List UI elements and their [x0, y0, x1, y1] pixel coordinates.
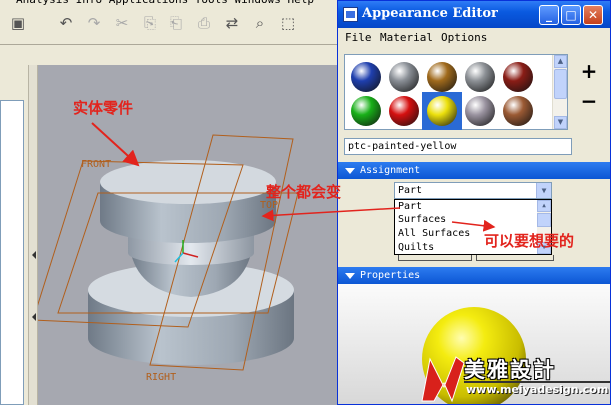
app-icon [343, 7, 358, 22]
paste-icon[interactable]: ⎗ [166, 12, 186, 34]
swatch-red[interactable] [389, 96, 419, 126]
scroll-down-arrow[interactable]: ▼ [554, 116, 567, 129]
assignment-header[interactable]: Assignment [338, 162, 610, 179]
menu-material[interactable]: Material [380, 31, 433, 44]
option-surfaces[interactable]: Surfaces [398, 213, 446, 227]
watermark-logo-icon [421, 356, 465, 403]
option-part[interactable]: Part [398, 200, 422, 214]
find-icon[interactable]: ⌕ [250, 12, 270, 34]
properties-header[interactable]: Properties [338, 267, 610, 284]
material-name-field[interactable]: ptc-painted-yellow [344, 138, 572, 155]
menu-options[interactable]: Options [441, 31, 487, 44]
annotation-all-change: 整个都会变 [266, 183, 342, 201]
cut-icon[interactable]: ✂ [112, 12, 132, 34]
swatch-grey[interactable] [389, 62, 419, 92]
panel-splitter[interactable] [28, 65, 38, 405]
swatch-marble[interactable] [465, 96, 495, 126]
annotation-as-wanted: 可以要想要的 [484, 232, 575, 250]
title-bar[interactable]: Appearance Editor _ □ ✕ [338, 1, 610, 28]
main-menubar: Analysis Info Applications Tools Windows… [0, 0, 340, 7]
undo-icon[interactable]: ↶ [56, 12, 76, 34]
copy-icon[interactable]: ⎘ [140, 12, 160, 34]
model-tree-panel[interactable] [0, 100, 24, 405]
option-all-surfaces[interactable]: All Surfaces [398, 227, 470, 241]
regenerate-icon[interactable]: ⇄ [222, 12, 242, 34]
material-palette[interactable]: ▲ ▼ [344, 54, 568, 130]
assignment-dropdown[interactable]: Part ▼ [394, 182, 552, 199]
top-face [100, 160, 276, 204]
watermark: 美雅設計 www.meiyadesign.com [420, 353, 611, 405]
appearance-editor-window: Appearance Editor _ □ ✕ File Material Op… [337, 0, 611, 405]
datum-front-label: FRONT [81, 159, 111, 170]
redo-icon[interactable]: ↷ [84, 12, 104, 34]
chevron-down-icon[interactable]: ▼ [536, 183, 551, 198]
option-quilts[interactable]: Quilts [398, 241, 434, 255]
select-box-icon[interactable]: ⬚ [278, 12, 298, 34]
remove-material-button[interactable]: − [576, 90, 602, 112]
swatch-green[interactable] [351, 96, 381, 126]
add-material-button[interactable]: + [576, 60, 602, 82]
swatch-yellow[interactable] [427, 96, 457, 126]
swatch-dark-red[interactable] [503, 62, 533, 92]
options-scroll-thumb[interactable] [537, 213, 551, 227]
swatch-silver[interactable] [465, 62, 495, 92]
window-title: Appearance Editor [362, 6, 498, 21]
datum-right-label: RIGHT [146, 372, 176, 383]
close-button[interactable]: ✕ [583, 5, 603, 25]
swatch-bronze[interactable] [427, 62, 457, 92]
save-icon[interactable]: ▣ [8, 12, 28, 34]
assignment-button-right[interactable] [476, 255, 554, 261]
options-scroll-up[interactable]: ▲ [537, 200, 551, 212]
assignment-button-left[interactable] [398, 255, 472, 261]
paste-special-icon[interactable]: ⎙ [194, 12, 214, 34]
swatch-wood[interactable] [503, 96, 533, 126]
annotation-solid-part: 实体零件 [73, 99, 134, 117]
menu-analysis[interactable]: Analysis Info Applications Tools Windows… [16, 0, 314, 6]
scroll-thumb[interactable] [554, 69, 567, 99]
watermark-url: www.meiyadesign.com [466, 383, 609, 396]
swatch-blue[interactable] [351, 62, 381, 92]
maximize-button[interactable]: □ [561, 5, 581, 25]
scroll-up-arrow[interactable]: ▲ [554, 55, 567, 68]
secondary-toolbar [0, 45, 340, 65]
palette-scrollbar[interactable]: ▲ ▼ [552, 55, 567, 129]
assignment-selected: Part [398, 185, 423, 196]
minimize-button[interactable]: _ [539, 5, 559, 25]
watermark-title: 美雅設計 [464, 358, 556, 382]
main-toolbar: ▣ ↶ ↷ ✂ ⎘ ⎗ ⎙ ⇄ ⌕ ⬚ ? [0, 7, 340, 64]
menu-file[interactable]: File [345, 31, 372, 44]
editor-menubar: File Material Options [338, 28, 610, 50]
